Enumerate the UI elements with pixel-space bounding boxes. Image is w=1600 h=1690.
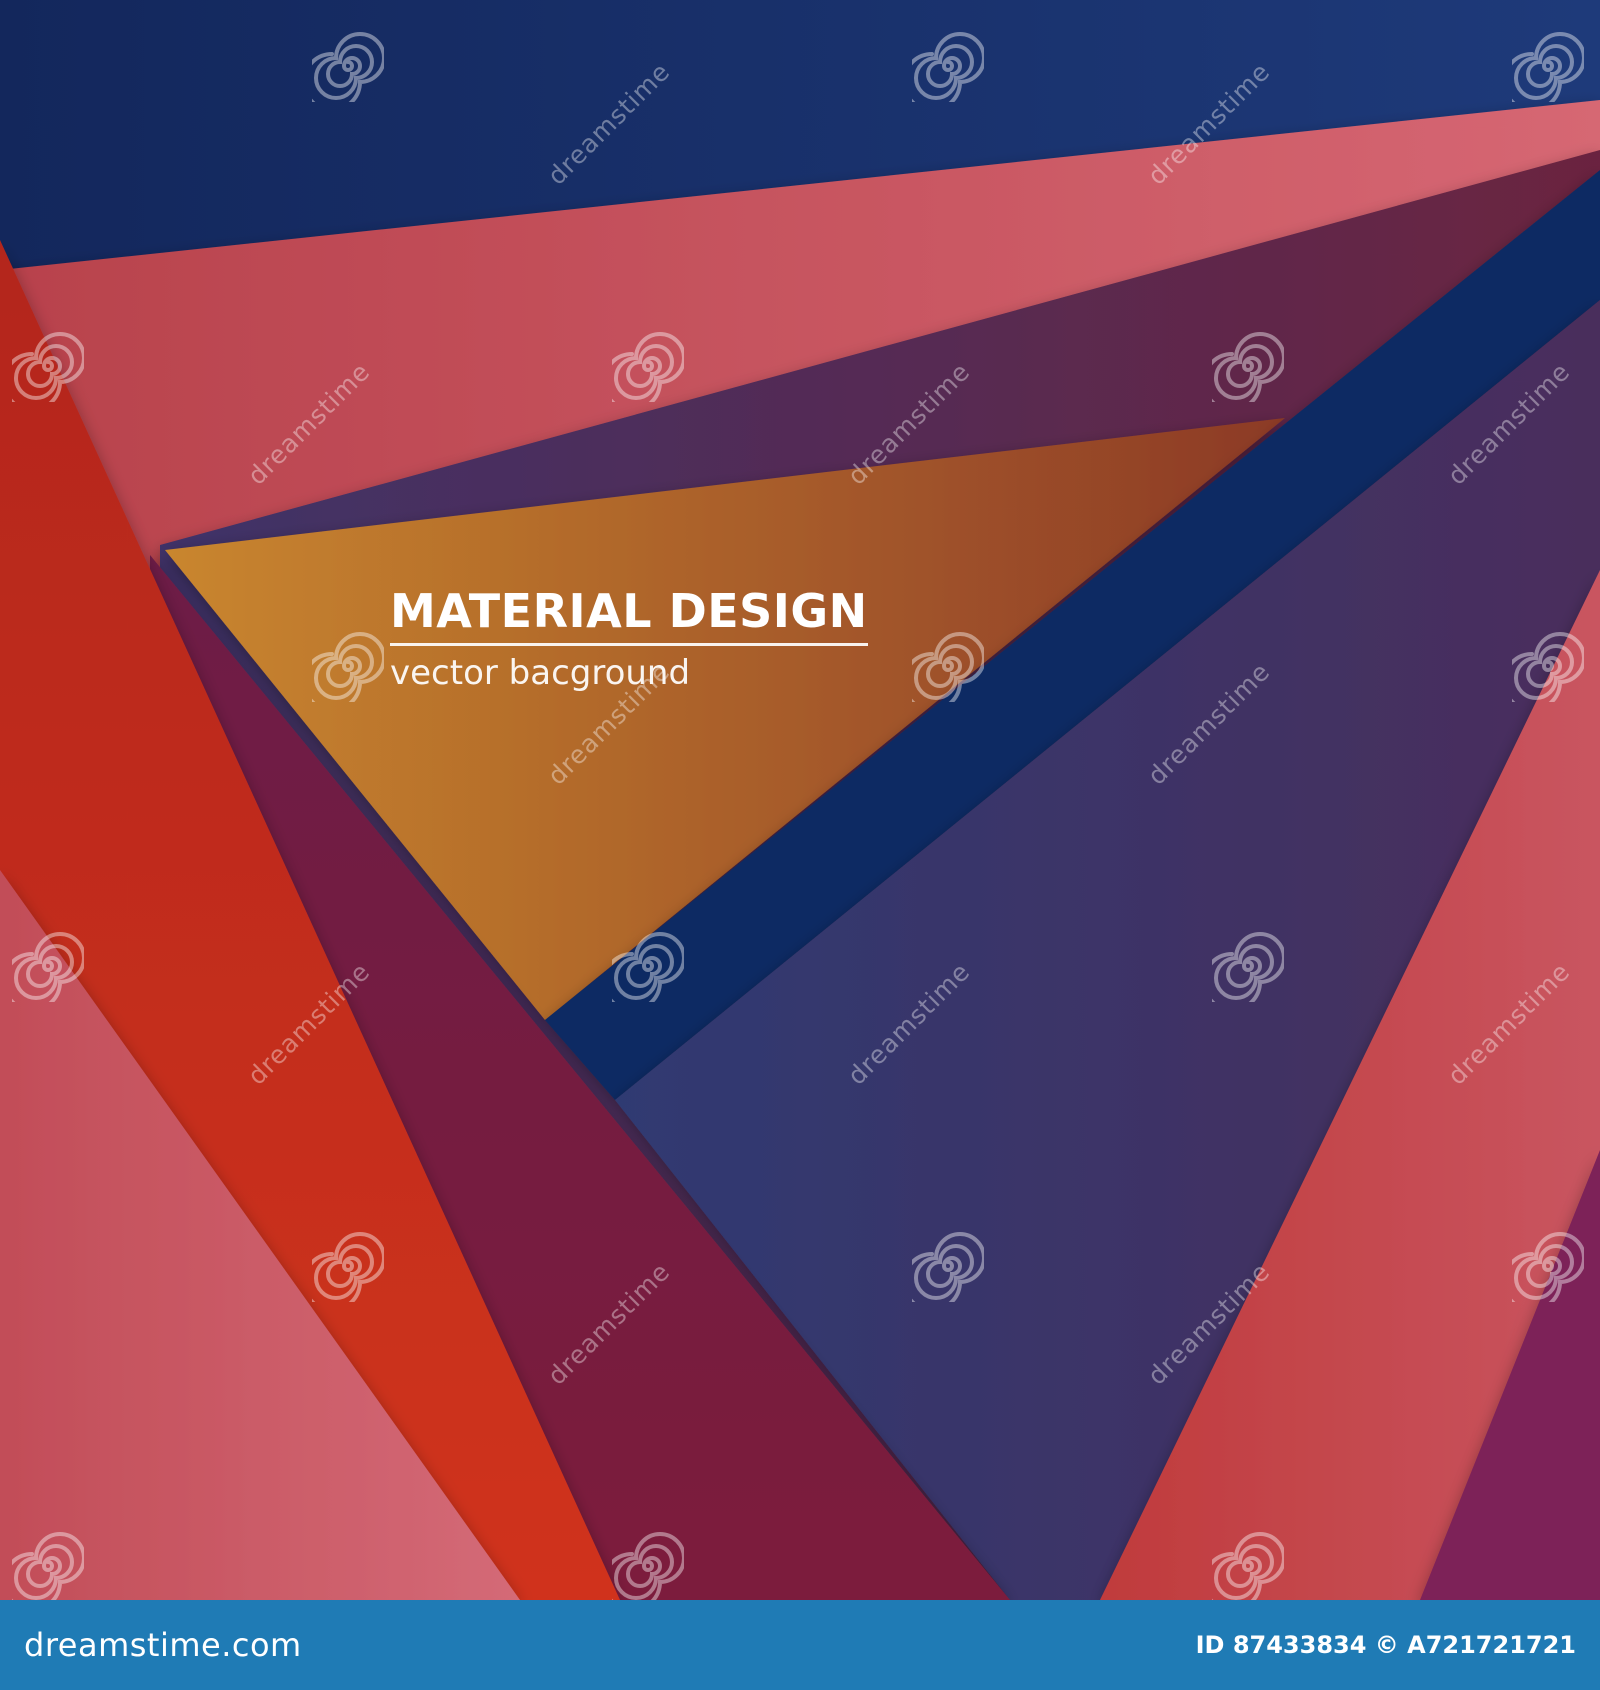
- material-design-background: [0, 0, 1600, 1600]
- stock-image: dreamstime dreamstime dreamstime dreamstime…: [0, 0, 1600, 1690]
- headline-title: MATERIAL DESIGN: [390, 585, 868, 646]
- stock-footer-bar: dreamstime.com ID 87433834 © A721721721: [0, 1600, 1600, 1690]
- headline-subtitle: vector bacground: [390, 653, 691, 693]
- footer-site-name: dreamstime.com: [24, 1626, 302, 1664]
- footer-image-id: ID 87433834 © A721721721: [1195, 1631, 1576, 1659]
- headline: MATERIAL DESIGN vector bacground: [390, 585, 868, 696]
